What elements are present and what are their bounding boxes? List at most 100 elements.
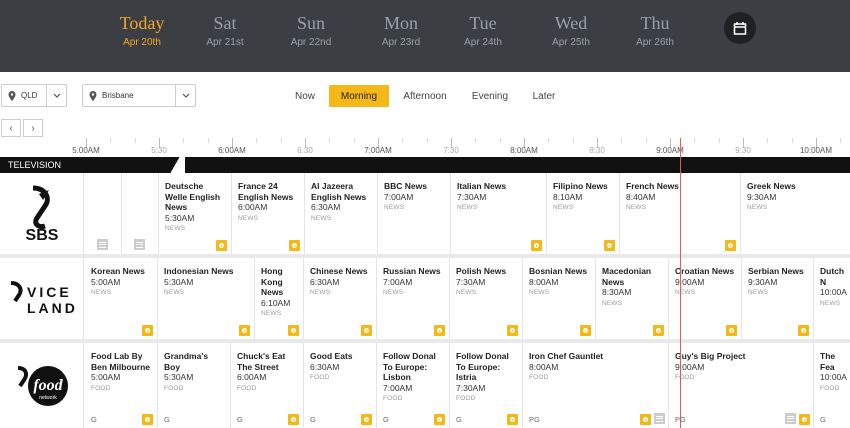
play-icon[interactable] (580, 325, 591, 336)
play-icon[interactable] (725, 240, 736, 251)
program-genre: NEWS (383, 289, 404, 296)
calendar-button[interactable] (724, 12, 756, 44)
play-icon[interactable] (799, 414, 810, 425)
program-card[interactable]: The Fea 10:00A FOOD G (814, 343, 850, 428)
play-icon[interactable] (239, 325, 250, 336)
day-tab-tue[interactable]: Tue Apr 24th (438, 12, 528, 48)
food-network-logo[interactable]: food network (0, 343, 84, 428)
sbs-logo[interactable]: SBS (0, 173, 84, 254)
program-empty[interactable] (122, 173, 159, 254)
program-time: 10:00A (820, 287, 847, 297)
sbs-logo-icon: SBS (25, 185, 58, 244)
play-icon[interactable] (361, 414, 372, 425)
program-genre: FOOD (675, 374, 695, 381)
day-date: Apr 24th (464, 37, 502, 48)
play-icon[interactable] (289, 240, 300, 251)
play-icon[interactable] (142, 325, 153, 336)
time-ruler: 5:00AM 5:30 6:00AM 6:30 7:00AM 7:30 8:00AM 8:30… (0, 138, 850, 156)
play-icon[interactable] (653, 325, 664, 336)
program-time: 8:30AM (602, 287, 632, 297)
ruler-label: 7:30 (443, 146, 459, 155)
program-card[interactable]: Follow Donal To Europe: Istria 7:30AM FOOD… (450, 343, 523, 428)
program-card[interactable]: Macedonian News 8:30AM NEWS (596, 258, 669, 339)
program-title: Filipino News (553, 181, 608, 191)
program-genre: NEWS (748, 289, 769, 296)
program-time: 7:30AM (456, 276, 486, 287)
program-empty[interactable] (85, 173, 122, 254)
program-title: Guy's Big Project (675, 351, 746, 361)
program-genre: NEWS (384, 204, 405, 211)
program-card[interactable]: Al Jazeera English News 6:30AM NEWS (305, 173, 378, 254)
program-card[interactable]: Russian News 7:00AM NEWS (377, 258, 450, 339)
ruler-minor-tick (499, 138, 501, 143)
program-card[interactable]: Iron Chef Gauntlet 8:00AM FOOD PG (523, 343, 669, 428)
program-card[interactable]: Chinese News 6:30AM NEWS (304, 258, 377, 339)
program-card[interactable]: Good Eats 6:30AM FOOD G (304, 343, 377, 428)
tod-afternoon[interactable]: Afternoon (396, 85, 454, 107)
program-card[interactable]: Hong Kong News 6:10AM NEWS (255, 258, 304, 339)
play-icon[interactable] (726, 325, 737, 336)
day-tab-wed[interactable]: Wed Apr 25th (526, 12, 616, 48)
program-card[interactable]: France 24 English News 6:00AM NEWS (232, 173, 305, 254)
play-icon[interactable] (434, 325, 445, 336)
scroll-right-button[interactable]: › (23, 119, 43, 137)
scroll-left-button[interactable]: ‹ (1, 119, 21, 137)
day-name: Wed (554, 13, 588, 33)
program-rating: G (164, 415, 170, 424)
program-card[interactable]: Indonesian News 5:30AM NEWS (158, 258, 255, 339)
play-icon[interactable] (288, 325, 299, 336)
program-card[interactable]: Guy's Big Project9:00AMFOODPG (669, 343, 814, 428)
ruler-label: 8:30 (589, 146, 605, 155)
program-time: 6:30AM (310, 276, 340, 287)
viceland-logo[interactable]: VICE LAND (0, 258, 84, 339)
day-tab-thu[interactable]: Thu Apr 26th (610, 12, 700, 48)
tod-later[interactable]: Later (526, 85, 562, 107)
day-tab-today[interactable]: Today Apr 20th (97, 12, 187, 48)
state-select[interactable]: QLD (1, 84, 67, 107)
program-card[interactable]: Filipino News 8:10AM NEWS (547, 173, 620, 254)
program-card[interactable]: Grandma's Boy 5:30AM FOOD G (158, 343, 231, 428)
program-genre: NEWS (529, 289, 550, 296)
program-card[interactable]: Food Lab By Ben Milbourne 5:00AM FOOD G (85, 343, 158, 428)
play-icon[interactable] (434, 414, 445, 425)
ruler-minor-tick (548, 138, 550, 143)
program-time: 6:30AM (310, 361, 340, 372)
city-select[interactable]: Brisbane (82, 84, 196, 107)
program-card[interactable]: BBC News 7:00AM NEWS (378, 173, 451, 254)
program-title: Follow Donal To Europe: Lisbon (383, 351, 436, 382)
program-card[interactable]: Deutsche Welle English News 5:30AM NEWS (159, 173, 232, 254)
play-icon[interactable] (507, 325, 518, 336)
program-card[interactable]: Polish News 7:30AM NEWS (450, 258, 523, 339)
program-card[interactable]: Follow Donal To Europe: Lisbon 7:00AM FOOD… (377, 343, 450, 428)
program-card[interactable]: Serbian News 9:30AM NEWS (742, 258, 814, 339)
location-pin-icon (89, 90, 97, 101)
play-icon[interactable] (604, 240, 615, 251)
play-icon[interactable] (531, 240, 542, 251)
play-icon[interactable] (507, 414, 518, 425)
play-icon[interactable] (142, 414, 153, 425)
program-time: 6:00AM (238, 202, 268, 212)
day-tab-mon[interactable]: Mon Apr 23rd (356, 12, 446, 48)
program-genre: NEWS (626, 204, 647, 211)
tod-now[interactable]: Now (286, 85, 324, 107)
program-title: Italian News (457, 181, 507, 191)
tod-morning[interactable]: Morning (329, 85, 389, 107)
day-tab-sun[interactable]: Sun Apr 22nd (266, 12, 356, 48)
program-card[interactable]: Chuck's Eat The Street 6:00AM FOOD G (231, 343, 304, 428)
play-icon[interactable] (288, 414, 299, 425)
play-icon[interactable] (361, 325, 372, 336)
program-card[interactable]: Dutch N 10:00A NEWS (814, 258, 850, 339)
day-tab-sat[interactable]: Sat Apr 21st (180, 12, 270, 48)
program-time: 5:00AM (91, 276, 121, 287)
play-icon[interactable] (640, 414, 651, 425)
program-card[interactable]: Greek News 9:30AM NEWS (741, 173, 850, 254)
play-icon[interactable] (798, 325, 809, 336)
program-time: 6:30AM (311, 202, 341, 212)
play-icon[interactable] (216, 240, 227, 251)
tod-evening[interactable]: Evening (466, 85, 514, 107)
program-card[interactable]: Korean News 5:00AM NEWS (85, 258, 158, 339)
program-card[interactable]: Bosnian News 8:00AM NEWS (523, 258, 596, 339)
viceland-logo-text-top: VICE (27, 284, 72, 300)
ruler-minor-tick (572, 138, 574, 143)
program-card[interactable]: Italian News 7:30AM NEWS (451, 173, 547, 254)
